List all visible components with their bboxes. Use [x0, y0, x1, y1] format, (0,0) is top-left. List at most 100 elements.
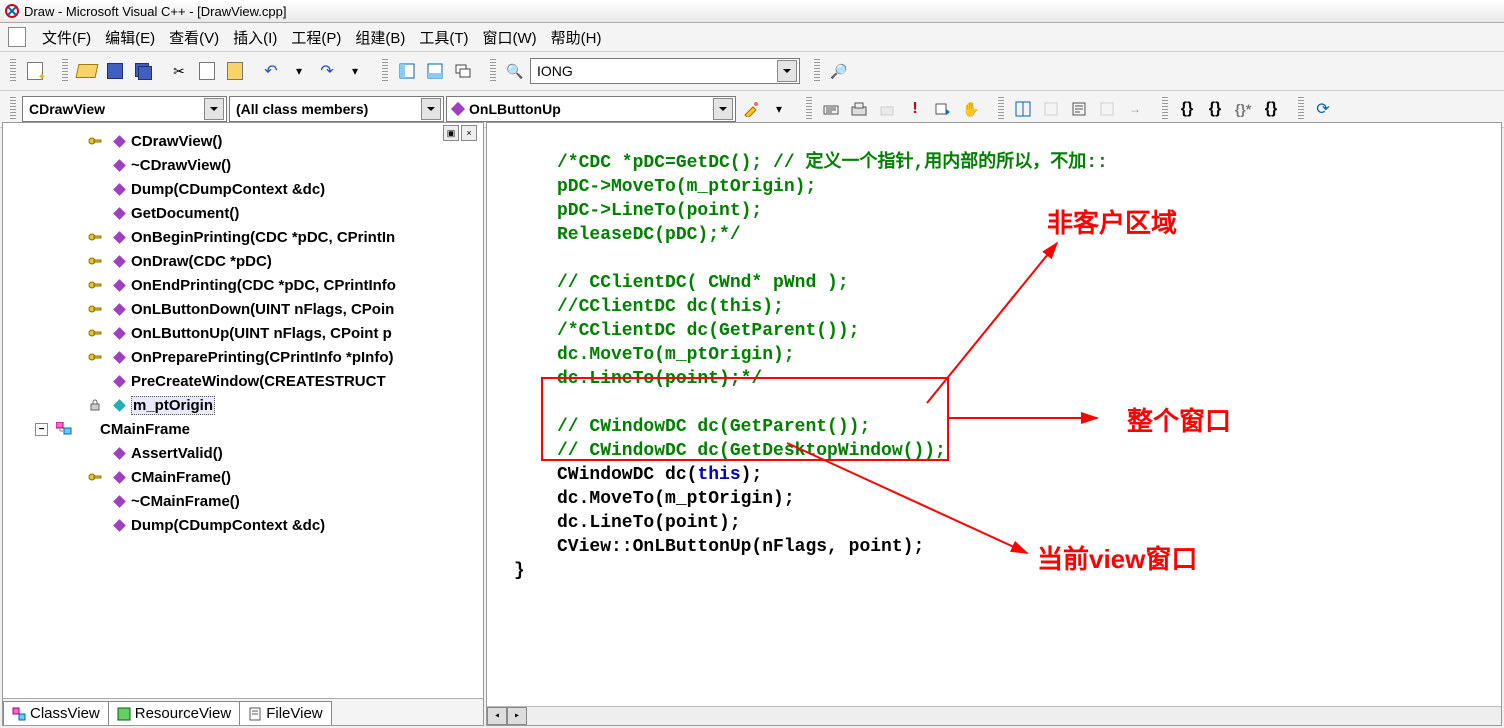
menu-build[interactable]: 组建(B) [349, 23, 411, 52]
toolbar-grip[interactable] [490, 59, 496, 83]
code-line: //CClientDC dc(this); [557, 297, 784, 317]
toolbar-grip[interactable] [806, 97, 812, 121]
tree-member-node[interactable]: Dump(CDumpContext &dc) [23, 513, 479, 537]
tree-member-node[interactable]: CMainFrame() [23, 465, 479, 489]
toolbar-grip[interactable] [998, 97, 1004, 121]
member-icon [451, 102, 465, 116]
tree-member-node[interactable]: OnDraw(CDC *pDC) [23, 249, 479, 273]
menu-window[interactable]: 窗口(W) [476, 23, 542, 52]
tree-member-node[interactable]: GetDocument() [23, 201, 479, 225]
tree-item-label: CMainFrame [100, 421, 190, 438]
wizard-action-button[interactable] [738, 96, 764, 122]
tree-member-node[interactable]: OnEndPrinting(CDC *pDC, CPrintInfo [23, 273, 479, 297]
dropdown-arrow-icon[interactable] [421, 98, 441, 120]
menu-view[interactable]: 查看(V) [163, 23, 225, 52]
toolbar-grip[interactable] [1298, 97, 1304, 121]
tree-member-node[interactable]: Dump(CDumpContext &dc) [23, 177, 479, 201]
tree-member-node[interactable]: ~CMainFrame() [23, 489, 479, 513]
dropdown-arrow-icon[interactable] [204, 98, 224, 120]
dropdown-arrow-icon[interactable] [777, 60, 797, 82]
bookmark-button[interactable] [1038, 96, 1064, 122]
pane-pin-button[interactable]: ▣ [443, 125, 459, 141]
code-line: /*CDC *pDC=GetDC(); // 定义一个指针,用内部的所以，不加:… [557, 153, 1108, 173]
toolbar-grip[interactable] [10, 59, 16, 83]
tab-classview[interactable]: ClassView [3, 701, 109, 725]
goto-definition-button[interactable]: ⟳ [1310, 96, 1336, 122]
tree-item-label: Dump(CDumpContext &dc) [131, 517, 325, 534]
tree-member-node[interactable]: OnLButtonDown(UINT nFlags, CPoin [23, 297, 479, 321]
redo-dropdown[interactable]: ▾ [342, 58, 368, 84]
find-combo[interactable]: IONG [530, 58, 800, 84]
tree-member-node[interactable]: PreCreateWindow(CREATESTRUCT [23, 369, 479, 393]
redo-button[interactable]: ↷ [314, 58, 340, 84]
bookmark-prev-button[interactable] [1094, 96, 1120, 122]
execute-button[interactable]: ! [902, 96, 928, 122]
code-editor[interactable]: /*CDC *pDC=GetDC(); // 定义一个指针,用内部的所以，不加:… [486, 122, 1502, 726]
menu-tools[interactable]: 工具(T) [413, 23, 474, 52]
toolbar-grip[interactable] [382, 59, 388, 83]
new-text-file-button[interactable] [22, 58, 48, 84]
paste-button[interactable] [222, 58, 248, 84]
find-in-files-button[interactable]: 🔍 [502, 58, 528, 84]
protected-key-icon [88, 304, 102, 314]
filter-combo[interactable]: (All class members) [229, 96, 444, 122]
cut-button[interactable]: ✂ [166, 58, 192, 84]
class-tree[interactable]: CDrawView()~CDrawView()Dump(CDumpContext… [3, 123, 483, 698]
output-button[interactable] [422, 58, 448, 84]
scroll-left-button[interactable]: ◂ [487, 707, 507, 725]
toolbar-grip[interactable] [62, 59, 68, 83]
tree-member-node[interactable]: ~CDrawView() [23, 153, 479, 177]
toolbar-grip[interactable] [1162, 97, 1168, 121]
compile-button[interactable] [818, 96, 844, 122]
tree-member-node[interactable]: OnPreparePrinting(CPrintInfo *pInfo) [23, 345, 479, 369]
save-button[interactable] [102, 58, 128, 84]
horizontal-scrollbar[interactable]: ◂ ▸ [487, 706, 1501, 725]
menu-insert[interactable]: 插入(I) [227, 23, 283, 52]
bookmark-next-button[interactable] [1066, 96, 1092, 122]
pane-close-button[interactable]: × [461, 125, 477, 141]
find-button[interactable]: 🔎 [826, 58, 852, 84]
toolbar-grip[interactable] [814, 59, 820, 83]
undo-button[interactable]: ↶ [258, 58, 284, 84]
tree-member-node[interactable]: AssertValid() [23, 441, 479, 465]
dropdown-arrow-icon[interactable] [713, 98, 733, 120]
wizard-action-dropdown[interactable]: ▾ [766, 96, 792, 122]
brace-right-button[interactable]: {} [1258, 96, 1284, 122]
tab-fileview[interactable]: FileView [239, 701, 331, 725]
tile-button[interactable] [1010, 96, 1036, 122]
workspace-button[interactable] [394, 58, 420, 84]
find-text: IONG [537, 63, 573, 79]
brace-if-button[interactable]: {}* [1230, 96, 1256, 122]
brace-match-button[interactable]: {} [1202, 96, 1228, 122]
menu-help[interactable]: 帮助(H) [545, 23, 608, 52]
tree-member-node[interactable]: OnLButtonUp(UINT nFlags, CPoint p [23, 321, 479, 345]
menu-bar: 文件(F) 编辑(E) 查看(V) 插入(I) 工程(P) 组建(B) 工具(T… [0, 23, 1504, 52]
tree-item-label: OnLButtonUp(UINT nFlags, CPoint p [131, 325, 392, 342]
save-all-button[interactable] [130, 58, 156, 84]
brace-left-button[interactable]: {} [1174, 96, 1200, 122]
undo-dropdown[interactable]: ▾ [286, 58, 312, 84]
tab-resourceview[interactable]: ResourceView [108, 701, 240, 725]
menu-edit[interactable]: 编辑(E) [99, 23, 161, 52]
class-combo[interactable]: CDrawView [22, 96, 227, 122]
menu-file[interactable]: 文件(F) [36, 23, 97, 52]
toolbar-grip[interactable] [10, 97, 16, 121]
member-combo[interactable]: OnLButtonUp [446, 96, 736, 122]
menu-project[interactable]: 工程(P) [285, 23, 347, 52]
build-button[interactable] [846, 96, 872, 122]
stop-build-button[interactable] [874, 96, 900, 122]
tree-member-node[interactable]: m_ptOrigin [23, 393, 479, 417]
go-button[interactable] [930, 96, 956, 122]
copy-button[interactable] [194, 58, 220, 84]
window-list-button[interactable] [450, 58, 476, 84]
tree-class-node[interactable]: − CMainFrame [23, 417, 479, 441]
insert-breakpoint-button[interactable]: ✋ [958, 96, 984, 122]
nav-back-button[interactable]: → [1122, 96, 1148, 122]
pane-controls: ▣ × [443, 125, 477, 141]
open-button[interactable] [74, 58, 100, 84]
scroll-split-button[interactable]: ▸ [507, 707, 527, 725]
member-combo-text: OnLButtonUp [469, 101, 561, 117]
tree-member-node[interactable]: OnBeginPrinting(CDC *pDC, CPrintIn [23, 225, 479, 249]
tree-expander[interactable]: − [35, 423, 48, 436]
tree-member-node[interactable]: CDrawView() [23, 129, 479, 153]
